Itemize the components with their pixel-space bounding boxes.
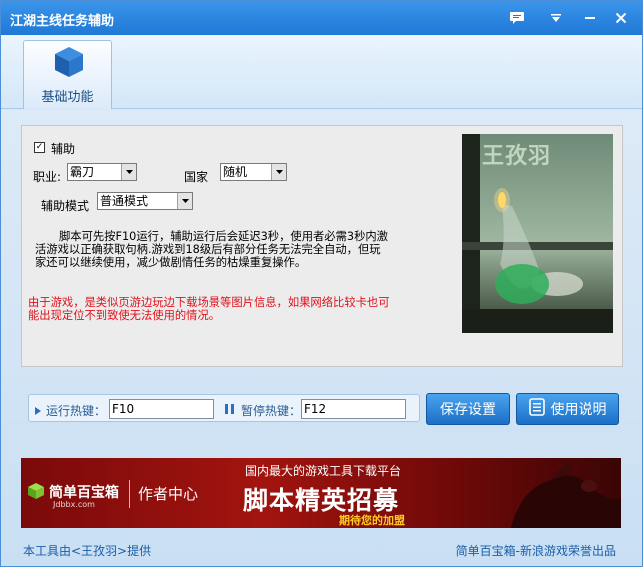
footer-credit: 本工具由<王孜羽>提供 <box>23 544 152 558</box>
decorative-photo: 王孜羽 <box>462 134 613 333</box>
minimize-icon[interactable] <box>579 8 601 28</box>
job-select-value: 霸刀 <box>70 165 95 179</box>
assist-checkbox[interactable]: ✓ <box>34 142 45 153</box>
feedback-icon[interactable] <box>506 8 528 28</box>
banner-sub: 期待您的加盟 <box>339 514 405 527</box>
settings-panel: ✓ 辅助 职业: 霸刀 国家 随机 辅助模式 普通模式 脚本可先按F10运行，辅… <box>21 125 623 367</box>
photo-watermark: 王孜羽 <box>482 144 552 169</box>
menu-dropdown-icon[interactable] <box>545 8 567 28</box>
window-title: 江湖主线任务辅助 <box>10 14 115 29</box>
hotkey-bar: 运行热键： F10 暂停热键： F12 <box>28 394 420 422</box>
job-label: 职业: <box>33 170 62 184</box>
tab-label: 基础功能 <box>41 90 94 105</box>
banner-brand: 简单百宝箱 <box>49 485 119 501</box>
job-select[interactable]: 霸刀 <box>67 163 137 181</box>
chevron-down-icon <box>177 193 192 209</box>
run-hotkey-label: 运行热键： <box>46 404 107 418</box>
chevron-down-icon <box>121 164 136 180</box>
chevron-down-icon <box>271 164 286 180</box>
country-select[interactable]: 随机 <box>220 163 287 181</box>
title-bar[interactable]: 江湖主线任务辅助 <box>1 1 642 35</box>
mode-select[interactable]: 普通模式 <box>97 192 193 210</box>
warning-text: 由于游戏，是类似页游边玩边下载场景等图片信息，如果网络比较卡也可能出现定位不到致… <box>28 296 390 322</box>
save-settings-button[interactable]: 保存设置 <box>426 393 510 425</box>
description-text: 脚本可先按F10运行，辅助运行后会延迟3秒，使用者必需3秒内激活游戏以正确获取句… <box>35 230 388 269</box>
country-select-value: 随机 <box>223 165 248 179</box>
save-settings-label: 保存设置 <box>440 402 496 418</box>
close-icon[interactable] <box>610 8 632 28</box>
pause-hotkey-label: 暂停热键： <box>241 404 302 418</box>
ad-banner[interactable]: 简单百宝箱 Jdbbx.com 作者中心 国内最大的游戏工具下载平台 脚本精英招… <box>21 458 621 528</box>
cube-icon <box>53 45 85 82</box>
pause-hotkey-input[interactable]: F12 <box>301 399 406 419</box>
banner-author-center: 作者中心 <box>138 485 199 503</box>
app-window: 江湖主线任务辅助 基础功能 ✓ 辅助 职业: 霸刀 国家 随机 辅助模式 普通模… <box>0 0 643 567</box>
banner-divider <box>129 480 130 508</box>
help-button[interactable]: 使用说明 <box>516 393 619 425</box>
help-label: 使用说明 <box>550 402 607 418</box>
banner-knight-graphic <box>511 460 621 528</box>
pause-icon <box>225 403 234 417</box>
box-logo-icon <box>27 482 45 503</box>
mode-label: 辅助模式 <box>41 199 90 213</box>
country-label: 国家 <box>184 170 209 184</box>
play-icon <box>35 404 41 418</box>
banner-tagline: 国内最大的游戏工具下载平台 <box>245 464 402 478</box>
tab-basic-functions[interactable]: 基础功能 <box>23 40 112 109</box>
run-hotkey-input[interactable]: F10 <box>109 399 214 419</box>
toolbar: 基础功能 <box>1 35 642 109</box>
document-icon <box>528 398 545 420</box>
banner-domain: Jdbbx.com <box>53 500 95 509</box>
footer-publisher[interactable]: 简单百宝箱-新浪游戏荣誉出品 <box>456 542 616 559</box>
mode-select-value: 普通模式 <box>100 194 149 208</box>
assist-label: 辅助 <box>51 142 76 156</box>
